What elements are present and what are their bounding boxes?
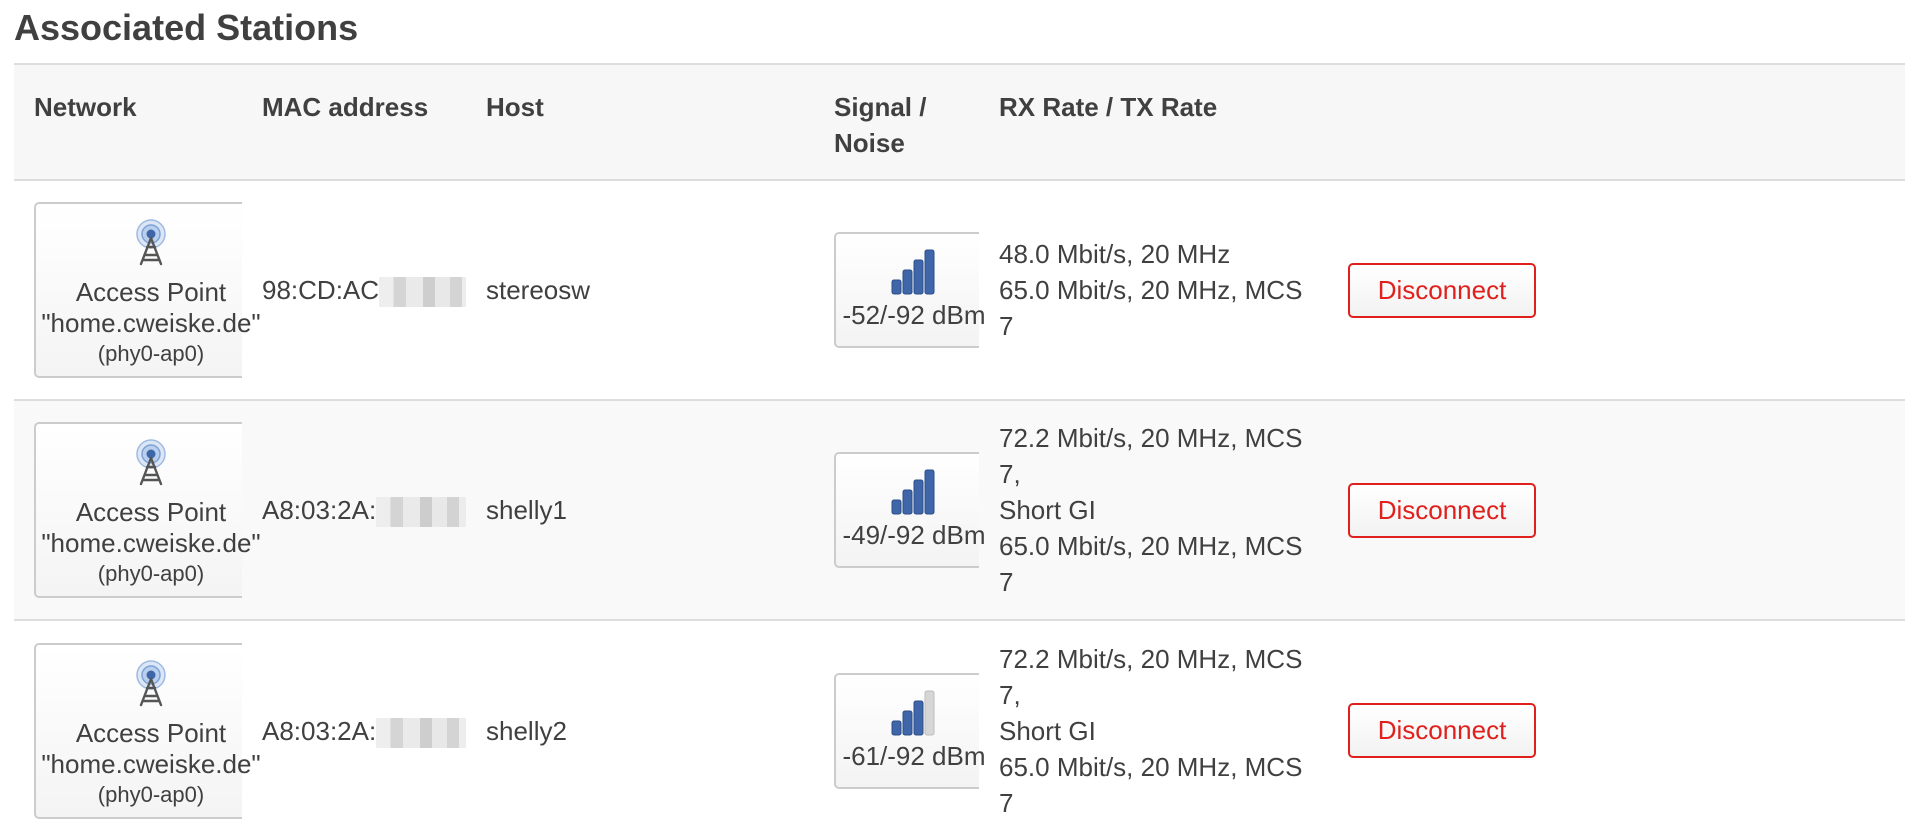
table-row: Access Point "home.cweiske.de" (phy0-ap0) A… [14, 620, 1905, 840]
host-cell: shelly1 [466, 400, 814, 621]
rx-rate-line: 72.2 Mbit/s, 20 MHz, MCS 7, [999, 423, 1303, 489]
action-cell: Disconnect [1328, 620, 1905, 840]
network-badge: Access Point "home.cweiske.de" (phy0-ap0) [34, 422, 268, 598]
rx-rate-line: Short GI [999, 715, 1096, 746]
action-cell: Disconnect [1328, 180, 1905, 401]
associated-stations-page: Associated Stations Network MAC address … [0, 0, 1918, 840]
access-point-icon [36, 218, 266, 273]
disconnect-button[interactable]: Disconnect [1348, 482, 1536, 538]
signal-strength-icon [891, 690, 935, 735]
column-header-signal-line2: Noise [834, 128, 905, 158]
network-badge: Access Point "home.cweiske.de" (phy0-ap0) [34, 202, 268, 378]
column-header-network: Network [14, 63, 242, 181]
network-mode: Access Point [75, 717, 227, 748]
signal-strength-icon [891, 469, 935, 515]
network-mode: Access Point [75, 497, 227, 527]
network-interface: (phy0-ap0) [97, 561, 205, 586]
signal-strength-icon [891, 249, 935, 295]
access-point-icon [36, 438, 266, 493]
tx-rate-line: 65.0 Mbit/s, 20 MHz, MCS 7 [999, 751, 1303, 818]
network-mode: Access Point [75, 277, 227, 307]
mac-address: 98:CD:AC [262, 275, 380, 305]
signal-noise-value: -61/-92 dBm [842, 740, 986, 771]
table-row: Access Point "home.cweiske.de" (phy0-ap0) A… [14, 400, 1905, 621]
rate-cell: 48.0 Mbit/s, 20 MHz 65.0 Mbit/s, 20 MHz, … [979, 180, 1328, 401]
network-ssid: "home.cweiske.de" [41, 748, 261, 779]
action-cell: Disconnect [1328, 400, 1905, 621]
rx-rate-line: Short GI [999, 495, 1096, 525]
mac-address-redacted [379, 277, 466, 308]
table-header-row: Network MAC address Host Signal / Noise … [14, 63, 1905, 181]
table-row: Access Point "home.cweiske.de" (phy0-ap0) 9… [14, 180, 1905, 401]
network-interface: (phy0-ap0) [97, 781, 205, 807]
rx-rate-line: 72.2 Mbit/s, 20 MHz, MCS 7, [999, 643, 1303, 710]
tx-rate-line: 65.0 Mbit/s, 20 MHz, MCS 7 [999, 531, 1303, 597]
stations-table: Network MAC address Host Signal / Noise … [14, 63, 1905, 840]
network-ssid: "home.cweiske.de" [41, 528, 261, 558]
rate-cell: 72.2 Mbit/s, 20 MHz, MCS 7, Short GI 65.0 … [979, 620, 1328, 840]
mac-address: A8:03:2A: [262, 715, 377, 746]
column-header-mac: MAC address [242, 63, 466, 181]
signal-badge: -49/-92 dBm [834, 452, 994, 568]
tx-rate-line: 65.0 Mbit/s, 20 MHz, MCS 7 [999, 275, 1303, 341]
network-ssid: "home.cweiske.de" [41, 308, 261, 338]
signal-cell: -61/-92 dBm [814, 620, 994, 840]
signal-badge: -61/-92 dBm [834, 672, 994, 789]
host-cell: shelly2 [466, 620, 814, 840]
mac-address-redacted [376, 497, 466, 528]
signal-noise-value: -49/-92 dBm [842, 520, 986, 550]
column-header-signal-line1: Signal / [834, 92, 927, 122]
network-interface: (phy0-ap0) [97, 341, 205, 366]
host-cell: stereosw [466, 180, 814, 401]
network-cell: Access Point "home.cweiske.de" (phy0-ap0) [14, 620, 268, 840]
mac-address-cell: A8:03:2A: [242, 400, 466, 621]
mac-address-redacted [376, 717, 466, 748]
column-header-actions [1328, 63, 1905, 181]
rx-rate-line: 48.0 Mbit/s, 20 MHz [999, 239, 1231, 269]
network-cell: Access Point "home.cweiske.de" (phy0-ap0) [14, 180, 268, 401]
mac-address: A8:03:2A: [262, 495, 377, 525]
signal-cell: -49/-92 dBm [814, 400, 994, 621]
signal-badge: -52/-92 dBm [834, 232, 994, 348]
mac-address-cell: 98:CD:AC [242, 180, 466, 401]
rate-cell: 72.2 Mbit/s, 20 MHz, MCS 7, Short GI 65.0 … [979, 400, 1328, 621]
network-badge: Access Point "home.cweiske.de" (phy0-ap0) [34, 642, 268, 819]
column-header-rate: RX Rate / TX Rate [979, 63, 1328, 181]
page-title: Associated Stations [14, 7, 359, 48]
network-cell: Access Point "home.cweiske.de" (phy0-ap0) [14, 400, 268, 621]
column-header-signal: Signal / Noise [814, 63, 979, 181]
signal-noise-value: -52/-92 dBm [842, 300, 986, 330]
disconnect-button[interactable]: Disconnect [1348, 262, 1536, 318]
signal-cell: -52/-92 dBm [814, 180, 994, 401]
access-point-icon [36, 659, 266, 714]
mac-address-cell: A8:03:2A: [242, 620, 466, 840]
column-header-host: Host [466, 63, 814, 181]
disconnect-button[interactable]: Disconnect [1348, 703, 1536, 758]
